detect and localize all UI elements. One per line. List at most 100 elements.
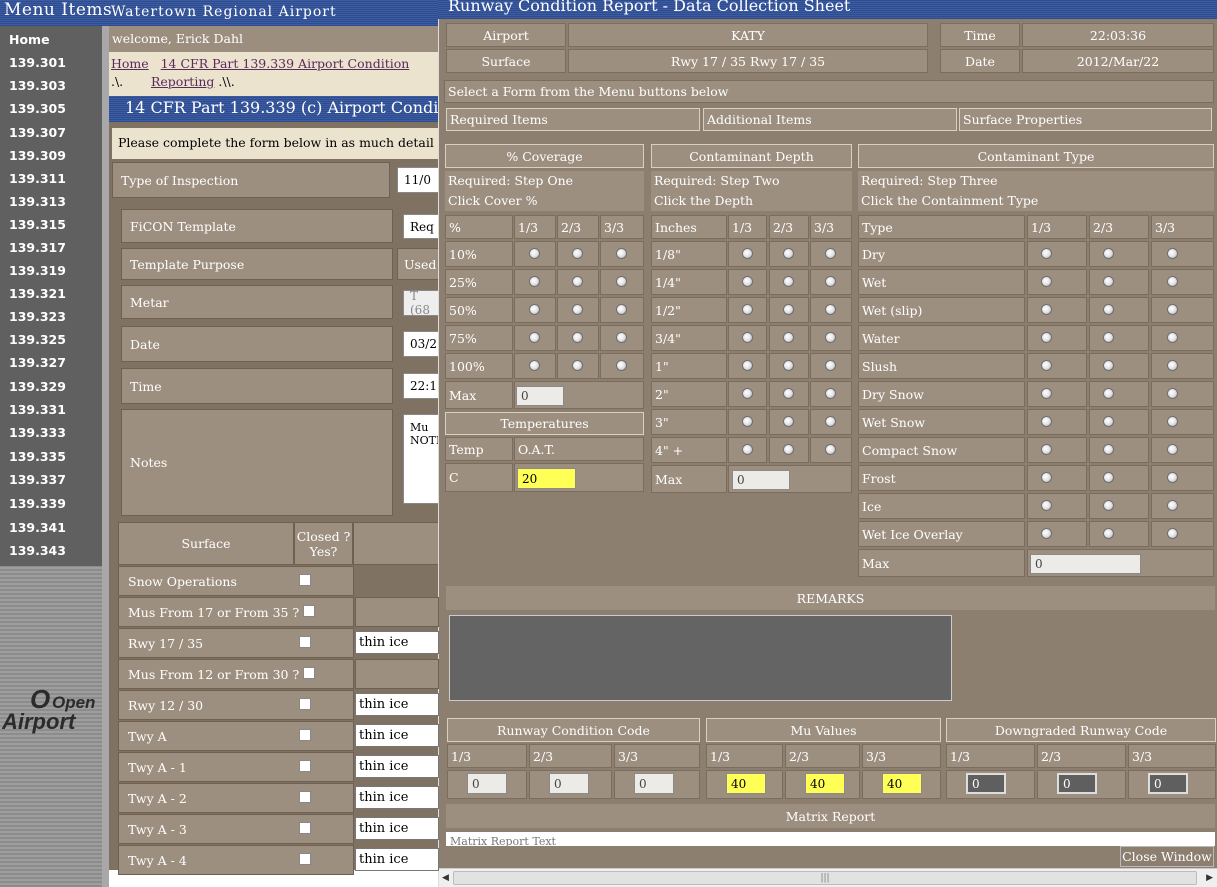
depth-radio[interactable] <box>825 332 836 343</box>
tab-additional-items[interactable]: Additional Items <box>703 108 957 131</box>
type-radio[interactable] <box>1103 416 1114 427</box>
depth-radio[interactable] <box>783 248 794 259</box>
breadcrumb-link-airport-condition[interactable]: 14 CFR Part 139.339 Airport Condition <box>161 56 410 71</box>
coverage-radio[interactable] <box>616 360 627 371</box>
type-radio[interactable] <box>1103 360 1114 371</box>
coverage-max-input[interactable]: 0 <box>516 386 564 406</box>
closed-checkbox[interactable] <box>299 853 311 865</box>
depth-radio[interactable] <box>825 444 836 455</box>
scrollbar-thumb[interactable]: ||| <box>453 871 1197 885</box>
depth-radio[interactable] <box>825 276 836 287</box>
depth-radio[interactable] <box>741 388 753 399</box>
mu-input[interactable]: 40 <box>882 773 922 794</box>
oat-input[interactable]: 20 <box>517 468 576 489</box>
closed-checkbox[interactable] <box>299 822 311 834</box>
menu-item-139-341[interactable]: 139.341 <box>9 520 66 535</box>
surface-condition-input[interactable]: thin ice <box>355 755 439 778</box>
depth-max-input[interactable]: 0 <box>732 470 790 490</box>
depth-radio[interactable] <box>825 416 836 427</box>
rcc-input[interactable]: 0 <box>549 773 589 794</box>
notes-textarea[interactable]: Mu NOTE <box>403 414 444 504</box>
depth-radio[interactable] <box>783 332 794 343</box>
type-radio[interactable] <box>1103 276 1114 287</box>
type-radio[interactable] <box>1041 304 1052 315</box>
surface-condition-input[interactable]: thin ice <box>355 786 439 809</box>
depth-radio[interactable] <box>783 360 794 371</box>
drc-input[interactable]: 0 <box>1148 773 1188 794</box>
type-radio[interactable] <box>1041 500 1052 511</box>
type-radio[interactable] <box>1166 248 1178 259</box>
menu-item-139-301[interactable]: 139.301 <box>9 55 66 70</box>
coverage-radio[interactable] <box>572 332 583 343</box>
menu-item-139-315[interactable]: 139.315 <box>9 217 66 232</box>
breadcrumb-link-reporting[interactable]: Reporting <box>151 74 214 89</box>
mu-input[interactable]: 40 <box>805 773 845 794</box>
metar-field[interactable]: T (68 <box>403 289 439 317</box>
menu-item-139-311[interactable]: 139.311 <box>9 171 66 186</box>
depth-radio[interactable] <box>783 276 794 287</box>
type-radio[interactable] <box>1041 276 1052 287</box>
type-radio[interactable] <box>1166 472 1178 483</box>
coverage-radio[interactable] <box>616 332 627 343</box>
menu-item-139-339[interactable]: 139.339 <box>9 496 66 511</box>
rcc-input[interactable]: 0 <box>634 773 674 794</box>
type-radio[interactable] <box>1166 388 1178 399</box>
depth-radio[interactable] <box>741 444 753 455</box>
remarks-textarea[interactable] <box>449 615 952 701</box>
type-max-input[interactable]: 0 <box>1030 554 1141 574</box>
closed-checkbox[interactable] <box>303 667 315 679</box>
type-radio[interactable] <box>1103 472 1114 483</box>
tab-surface-properties[interactable]: Surface Properties <box>959 108 1212 131</box>
surface-condition-input[interactable]: thin ice <box>355 848 439 871</box>
coverage-radio[interactable] <box>529 332 540 343</box>
ficon-template-select[interactable]: Req <box>403 214 439 239</box>
menu-item-139-321[interactable]: 139.321 <box>9 286 66 301</box>
menu-item-139-329[interactable]: 139.329 <box>9 379 66 394</box>
type-radio[interactable] <box>1041 248 1052 259</box>
drc-input[interactable]: 0 <box>966 773 1006 794</box>
depth-radio[interactable] <box>825 304 836 315</box>
coverage-radio[interactable] <box>529 276 540 287</box>
menu-item-139-323[interactable]: 139.323 <box>9 309 66 324</box>
type-radio[interactable] <box>1166 416 1178 427</box>
coverage-radio[interactable] <box>529 304 540 315</box>
type-radio[interactable] <box>1103 248 1114 259</box>
menu-item-139-317[interactable]: 139.317 <box>9 240 66 255</box>
surface-condition-input[interactable]: thin ice <box>355 817 439 840</box>
depth-radio[interactable] <box>825 248 836 259</box>
menu-item-139-309[interactable]: 139.309 <box>9 148 66 163</box>
depth-radio[interactable] <box>741 276 753 287</box>
menu-item-139-337[interactable]: 139.337 <box>9 472 66 487</box>
closed-checkbox[interactable] <box>299 760 311 772</box>
scroll-right-icon[interactable]: ▶ <box>1206 873 1213 883</box>
closed-checkbox[interactable] <box>299 636 311 648</box>
surface-condition-input[interactable]: thin ice <box>355 631 439 654</box>
type-radio[interactable] <box>1041 472 1052 483</box>
type-of-inspection-select[interactable]: 11/0 <box>397 167 439 193</box>
depth-radio[interactable] <box>825 360 836 371</box>
menu-item-139-325[interactable]: 139.325 <box>9 332 66 347</box>
mu-input[interactable]: 40 <box>726 773 766 794</box>
menu-item-139-343[interactable]: 139.343 <box>9 543 66 558</box>
type-radio[interactable] <box>1041 388 1052 399</box>
type-radio[interactable] <box>1166 304 1178 315</box>
type-radio[interactable] <box>1166 276 1178 287</box>
depth-radio[interactable] <box>741 416 753 427</box>
drc-input[interactable]: 0 <box>1057 773 1097 794</box>
scroll-left-icon[interactable]: ◀ <box>442 873 449 883</box>
date-field[interactable]: 03/2 <box>403 331 439 357</box>
horizontal-scrollbar[interactable]: ◀ ||| ▶ <box>439 868 1217 887</box>
type-radio[interactable] <box>1166 332 1178 343</box>
time-field[interactable]: 22:1 <box>403 373 439 399</box>
coverage-radio[interactable] <box>616 248 627 259</box>
type-radio[interactable] <box>1166 360 1178 371</box>
depth-radio[interactable] <box>825 388 836 399</box>
depth-radio[interactable] <box>741 248 753 259</box>
type-radio[interactable] <box>1041 444 1052 455</box>
type-radio[interactable] <box>1103 388 1114 399</box>
coverage-radio[interactable] <box>616 276 627 287</box>
coverage-radio[interactable] <box>572 276 583 287</box>
type-radio[interactable] <box>1041 360 1052 371</box>
coverage-radio[interactable] <box>529 360 540 371</box>
depth-radio[interactable] <box>741 360 753 371</box>
